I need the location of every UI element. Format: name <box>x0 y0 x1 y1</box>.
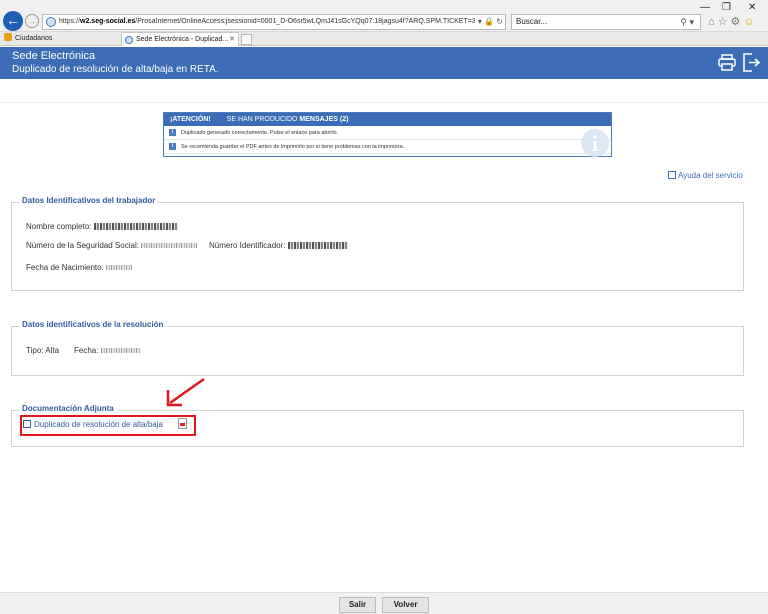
logout-icon[interactable] <box>742 53 760 72</box>
address-path: /ProsaInternet/OnlineAccess;jsessionid=0… <box>135 18 488 25</box>
alert-panel: ¡ATENCIÓN! SE HAN PRODUCIDO MENSAJES (2)… <box>163 112 612 157</box>
close-window-button[interactable]: ✕ <box>748 2 756 13</box>
ss-number-label: Número de la Seguridad Social: <box>26 241 139 250</box>
id-number-label: Número Identificador: <box>209 241 286 250</box>
favorite-icon <box>4 33 12 41</box>
birth-date-row: Fecha de Nacimiento: <box>26 263 133 272</box>
resolution-data-fieldset: Datos identificativos de la resolución T… <box>11 320 744 376</box>
minimize-button[interactable]: — <box>700 2 710 13</box>
full-name-label: Nombre completo: <box>26 222 92 231</box>
type-value: Alta <box>45 346 60 355</box>
birth-date-label: Fecha de Nacimiento: <box>26 263 104 272</box>
back-page-button[interactable]: Volver <box>382 597 429 613</box>
info-icon: i <box>169 129 176 136</box>
favorite-ciudadanos[interactable]: Ciudadanos <box>4 33 52 45</box>
site-icon <box>46 17 56 27</box>
address-bar[interactable]: https://w2.seg-social.es/ProsaInternet/O… <box>42 14 506 30</box>
worker-data-fieldset: Datos Identificativos del trabajador Nom… <box>11 196 744 291</box>
alert-message: i Duplicado generado correctamente. Puls… <box>164 126 611 140</box>
divider <box>0 102 768 103</box>
header-title: Sede Electrónica <box>12 50 96 62</box>
birth-date-redacted-value <box>106 265 133 270</box>
address-prefix: https:// <box>59 18 81 25</box>
tab-site-icon <box>125 36 133 44</box>
search-input[interactable]: Buscar... ⚲ ▾ <box>511 14 701 30</box>
id-number-redacted-value <box>287 242 348 249</box>
date-label: Fecha: <box>74 346 99 355</box>
type-label: Tipo: <box>26 346 44 355</box>
browser-tool-icons[interactable]: ⌂☆⚙☺ <box>708 15 758 28</box>
external-link-icon <box>668 171 676 179</box>
resolution-type-row: Tipo: Alta <box>26 346 59 355</box>
info-icon: i <box>169 143 176 150</box>
search-placeholder: Buscar... <box>516 17 548 26</box>
ss-number-redacted-value <box>141 243 198 248</box>
help-link[interactable]: Ayuda del servicio <box>668 171 743 180</box>
home-icon[interactable]: ⌂ <box>708 16 718 28</box>
resolution-date-row: Fecha: <box>74 346 141 355</box>
close-tab-icon[interactable]: ✕ <box>229 33 235 46</box>
ss-number-row: Número de la Seguridad Social: <box>26 241 198 250</box>
tab-label: Sede Electrónica - Duplicad... <box>136 36 229 43</box>
browser-toolbar: ← → https://w2.seg-social.es/ProsaIntern… <box>0 0 768 32</box>
annotation-arrow-icon <box>166 377 205 407</box>
date-redacted-value <box>100 348 141 353</box>
tabs-bar: Ciudadanos Sede Electrónica - Duplicad..… <box>0 32 768 46</box>
help-link-label: Ayuda del servicio <box>678 171 743 180</box>
print-icon[interactable] <box>718 54 736 71</box>
alert-heading: ¡ATENCIÓN! <box>170 116 211 123</box>
attached-docs-legend: Documentación Adjunta <box>19 404 117 413</box>
full-name-row: Nombre completo: <box>26 222 178 231</box>
favorite-label: Ciudadanos <box>15 35 53 42</box>
alert-message: i Se recomienda guardar el PDF antes de … <box>164 140 611 154</box>
feedback-smiley-icon[interactable]: ☺ <box>743 16 757 28</box>
favorites-star-icon[interactable]: ☆ <box>718 16 731 28</box>
id-number-row: Número Identificador: <box>209 241 348 250</box>
alert-message-count: MENSAJES (2) <box>299 116 349 123</box>
alert-header: ¡ATENCIÓN! SE HAN PRODUCIDO MENSAJES (2) <box>164 113 611 126</box>
worker-data-legend: Datos Identificativos del trabajador <box>19 196 159 205</box>
new-tab-button[interactable] <box>241 34 252 45</box>
exit-button[interactable]: Salir <box>339 597 376 613</box>
settings-gear-icon[interactable]: ⚙ <box>731 16 744 28</box>
address-actions[interactable]: ▾ 🔒 ↻ <box>474 15 503 29</box>
address-domain: w2.seg-social.es <box>80 18 136 25</box>
full-name-redacted-value <box>93 223 178 230</box>
back-button[interactable]: ← <box>3 11 23 31</box>
restore-button[interactable]: ❐ <box>722 2 731 13</box>
resolution-data-legend: Datos identificativos de la resolución <box>19 320 167 329</box>
info-watermark-icon: i <box>581 129 609 157</box>
browser-tab-active[interactable]: Sede Electrónica - Duplicad... ✕ <box>121 32 239 46</box>
page-header: Sede Electrónica Duplicado de resolución… <box>0 47 768 79</box>
header-subtitle: Duplicado de resolución de alta/baja en … <box>12 64 219 75</box>
alert-message-prefix: SE HAN PRODUCIDO <box>226 116 298 123</box>
alert-message-text: Duplicado generado correctamente. Pulse … <box>181 130 339 136</box>
forward-button[interactable]: → <box>25 14 39 28</box>
alert-message-text: Se recomienda guardar el PDF antes de im… <box>181 144 405 150</box>
search-icon[interactable]: ⚲ ▾ <box>680 15 694 29</box>
highlight-box <box>20 415 196 436</box>
